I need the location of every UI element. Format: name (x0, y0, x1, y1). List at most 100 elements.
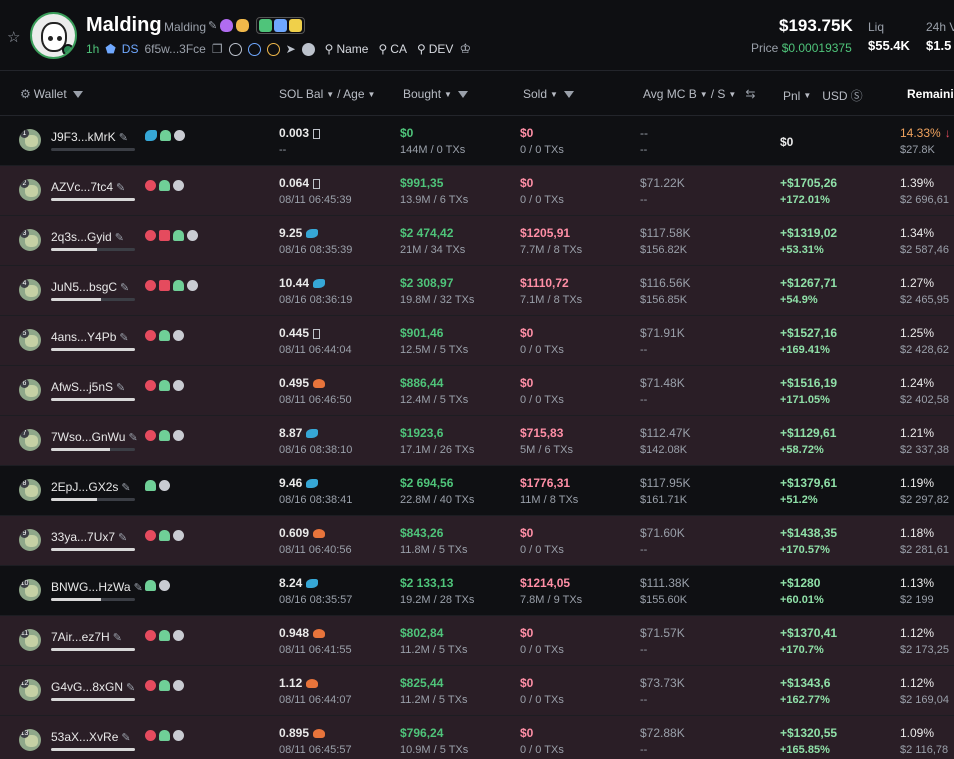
filter-icon[interactable] (563, 90, 574, 98)
table-row[interactable]: 6 AfwS...j5nS ✎ 0.495 08/11 06:46:50 $886,44 1… (0, 366, 954, 416)
avatar[interactable]: 7 (19, 429, 41, 451)
edit-icon[interactable]: ✎ (134, 582, 143, 594)
wallet-address[interactable]: 53aX...XvRe (51, 730, 118, 744)
list-icon[interactable] (301, 42, 315, 56)
wallet-address[interactable]: 2EpJ...GX2s (51, 480, 118, 494)
col-s-label[interactable]: / S (711, 87, 726, 101)
table-row[interactable]: 7 7Wso...GnWu ✎ 8.87 08/16 08:38:10 $1923,6 17… (0, 416, 954, 466)
filter-icon[interactable] (457, 90, 468, 98)
edit-icon[interactable]: ✎ (126, 682, 135, 694)
website-icon[interactable] (259, 19, 273, 32)
avatar[interactable]: 8 (19, 479, 41, 501)
table-row[interactable]: 5 4ans...Y4Pb ✎ 0.445 08/11 06:44:04 $901,46 1… (0, 316, 954, 366)
search-dev-button[interactable]: ⚲ DEV (417, 42, 453, 56)
table-row[interactable]: 8 2EpJ...GX2s ✎ 9.46 08/16 08:38:41 $2 694,56… (0, 466, 954, 516)
wallet-address[interactable]: BNWG...HzWa (51, 580, 131, 594)
avatar[interactable]: 2 (19, 179, 41, 201)
table-row[interactable]: 2 AZVc...7tc4 ✎ 0.064 08/11 06:45:39 $991,35 1… (0, 166, 954, 216)
col-avgmc[interactable]: Avg MC B ▼ / S ▼ ⇆ (643, 87, 755, 101)
gear-icon[interactable]: ⚙ (20, 87, 31, 101)
wallet-name[interactable]: 2EpJ...GX2s ✎ (51, 480, 131, 494)
wallet-address[interactable]: 2q3s...Gyid (51, 230, 112, 244)
wallet-address[interactable]: AfwS...j5nS (51, 380, 113, 394)
wallet-address[interactable]: G4vG...8xGN (51, 680, 123, 694)
avatar[interactable]: 10 (19, 579, 41, 601)
table-row[interactable]: 11 7Air...ez7H ✎ 0.948 08/11 06:41:55 $802,84… (0, 616, 954, 666)
avatar[interactable]: 9 (19, 529, 41, 551)
search-ca-button[interactable]: ⚲ CA (378, 42, 406, 56)
avatar[interactable]: 11 (19, 629, 41, 651)
wallet-name[interactable]: 7Wso...GnWu ✎ (51, 430, 138, 444)
avatar[interactable]: 3 (19, 229, 41, 251)
avg-mc-buy: $112.47K (640, 426, 691, 440)
col-bought[interactable]: Bought ▼ (403, 87, 468, 101)
wallet-name[interactable]: 4ans...Y4Pb ✎ (51, 330, 129, 344)
edit-icon[interactable]: ✎ (116, 382, 125, 394)
token-avatar[interactable] (30, 12, 77, 59)
edit-icon[interactable]: ✎ (118, 532, 127, 544)
table-row[interactable]: 3 2q3s...Gyid ✎ 9.25 08/16 08:35:39 $2 474,42… (0, 216, 954, 266)
wallet-name[interactable]: 2q3s...Gyid ✎ (51, 230, 124, 244)
wallet-name[interactable]: G4vG...8xGN ✎ (51, 680, 135, 694)
col-sold[interactable]: Sold ▼ (523, 87, 574, 101)
col-usd-toggle[interactable]: USD (822, 89, 847, 103)
table-row[interactable]: 4 JuN5...bsgC ✎ 10.44 08/16 08:36:19 $2 308,9… (0, 266, 954, 316)
wallet-name[interactable]: 33ya...7Ux7 ✎ (51, 530, 127, 544)
avatar[interactable]: 13 (19, 729, 41, 751)
avatar[interactable]: 5 (19, 329, 41, 351)
wallet-name[interactable]: BNWG...HzWa ✎ (51, 580, 143, 594)
wallet-name[interactable]: 53aX...XvRe ✎ (51, 730, 131, 744)
wallet-name[interactable]: JuN5...bsgC ✎ (51, 280, 129, 294)
col-solbal[interactable]: SOL Bal ▼ / Age ▼ (279, 87, 375, 101)
wallet-name[interactable]: 7Air...ez7H ✎ (51, 630, 122, 644)
star-icon[interactable]: ☆ (7, 28, 20, 46)
table-row[interactable]: 9 33ya...7Ux7 ✎ 0.609 08/11 06:40:56 $843,26 1… (0, 516, 954, 566)
table-row[interactable]: 1 J9F3...kMrK ✎ 0.003 -- $0 144M / 0 TXs $0 0 / … (0, 116, 954, 166)
edit-icon[interactable]: ✎ (208, 19, 217, 32)
edit-icon[interactable]: ✎ (128, 432, 137, 444)
col-age-label[interactable]: / Age (337, 87, 364, 101)
avatar[interactable]: 6 (19, 379, 41, 401)
wallet-address[interactable]: AZVc...7tc4 (51, 180, 113, 194)
wallet-address[interactable]: 7Wso...GnWu (51, 430, 125, 444)
col-wallet[interactable]: ⚙ Wallet (20, 87, 83, 101)
copy-icon[interactable]: ❐ (212, 42, 223, 56)
search-name-button[interactable]: ⚲ Name (325, 42, 369, 56)
telegram-icon[interactable]: ➤ (286, 42, 296, 56)
token-address[interactable]: 6f5w...3Fce (144, 42, 205, 56)
avatar[interactable]: 4 (19, 279, 41, 301)
avatar[interactable]: 1 (19, 129, 41, 151)
wallet-address[interactable]: 4ans...Y4Pb (51, 330, 116, 344)
wallet-address[interactable]: 7Air...ez7H (51, 630, 110, 644)
wallet-address[interactable]: 33ya...7Ux7 (51, 530, 115, 544)
crown-icon[interactable]: ♔ (459, 41, 471, 57)
wallet-name[interactable]: AfwS...j5nS ✎ (51, 380, 125, 394)
col-pnl[interactable]: Pnl ▼ USD Ⓢ (783, 87, 863, 104)
warning-icon[interactable] (266, 42, 280, 56)
edit-icon[interactable]: ✎ (115, 232, 124, 244)
edit-icon[interactable]: ✎ (116, 182, 125, 194)
edit-icon[interactable]: ✎ (121, 732, 130, 744)
edit-icon[interactable]: ✎ (119, 332, 128, 344)
filter-icon[interactable] (72, 90, 83, 98)
table-row[interactable]: 10 BNWG...HzWa ✎ 8.24 08/16 08:35:57 $2 133,1… (0, 566, 954, 616)
table-row[interactable]: 13 53aX...XvRe ✎ 0.895 08/11 06:45:57 $796,24… (0, 716, 954, 759)
wallet-address[interactable]: J9F3...kMrK (51, 130, 116, 144)
edit-icon[interactable]: ✎ (121, 482, 130, 494)
wallet-name[interactable]: J9F3...kMrK ✎ (51, 130, 128, 144)
swap-icon[interactable]: ⇆ (745, 87, 755, 101)
rank-badge: 13 (20, 729, 29, 738)
wallet-name[interactable]: AZVc...7tc4 ✎ (51, 180, 125, 194)
globe-icon[interactable] (228, 42, 242, 56)
wallet-address[interactable]: JuN5...bsgC (51, 280, 117, 294)
col-remaining[interactable]: Remainin (907, 87, 954, 101)
user-icon[interactable] (247, 42, 261, 56)
edit-icon[interactable]: ✎ (120, 282, 129, 294)
twitter-icon[interactable] (274, 19, 288, 32)
edit-icon[interactable]: ✎ (119, 132, 128, 144)
table-row[interactable]: 12 G4vG...8xGN ✎ 1.12 08/11 06:44:07 $825,44 1… (0, 666, 954, 716)
edit-icon[interactable]: ✎ (113, 632, 122, 644)
avatar[interactable]: 12 (19, 679, 41, 701)
currency-icon[interactable]: Ⓢ (851, 87, 863, 104)
lightning-icon[interactable] (289, 19, 303, 32)
